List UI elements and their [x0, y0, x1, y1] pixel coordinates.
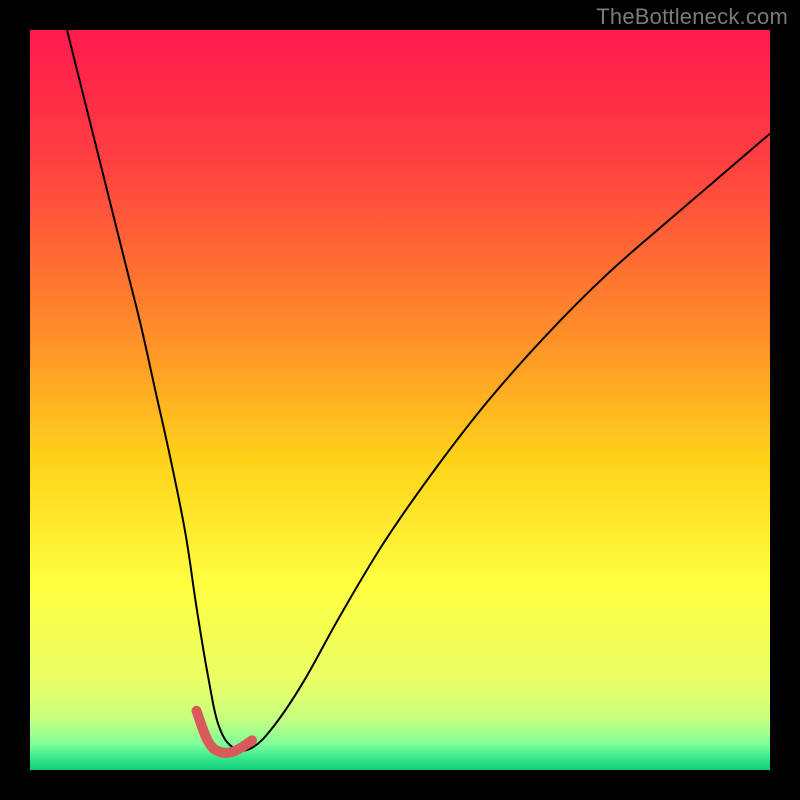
chart-frame: [30, 30, 770, 770]
bottleneck-chart: [30, 30, 770, 770]
chart-background: [30, 30, 770, 770]
watermark-text: TheBottleneck.com: [596, 4, 788, 30]
